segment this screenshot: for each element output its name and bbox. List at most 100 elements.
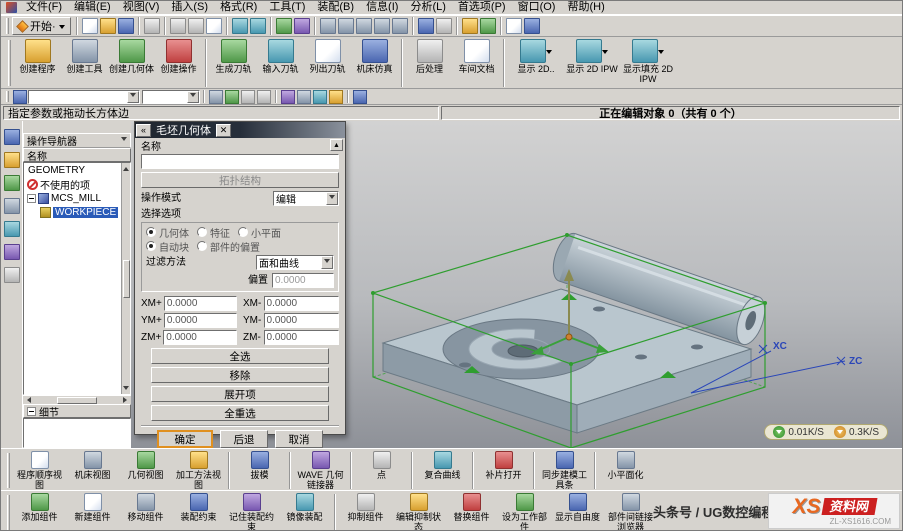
refresh-view-icon[interactable] bbox=[320, 18, 336, 34]
details-section-header[interactable]: 细节 bbox=[23, 404, 131, 418]
menu-edit[interactable]: 编辑(E) bbox=[68, 1, 117, 14]
assembly-navigator-icon[interactable] bbox=[4, 129, 20, 145]
start-menu-button[interactable]: 开始· bbox=[12, 17, 71, 35]
redo-icon[interactable] bbox=[250, 18, 266, 34]
menu-format[interactable]: 格式(R) bbox=[214, 1, 263, 14]
tree-item-workpiece[interactable]: WORKPIECE bbox=[24, 205, 130, 219]
mode-dropdown-icon[interactable] bbox=[326, 192, 338, 205]
scope-combo[interactable] bbox=[142, 90, 200, 104]
snap-point-icon[interactable] bbox=[294, 18, 310, 34]
create-program-button[interactable]: 创建程序 bbox=[14, 38, 61, 85]
mirror-assembly-button[interactable]: 镜像装配 bbox=[278, 493, 331, 531]
add-component-button[interactable]: 添加组件 bbox=[13, 493, 66, 531]
reuse-library-icon[interactable] bbox=[4, 221, 20, 237]
scope-dropdown[interactable] bbox=[187, 91, 199, 103]
filter-dropdown-icon[interactable] bbox=[321, 256, 333, 269]
topology-button[interactable]: 拓扑结构 bbox=[141, 172, 339, 188]
replay-toolpath-button[interactable]: 输入刀轨 bbox=[257, 38, 304, 85]
point-constructor-icon[interactable] bbox=[329, 90, 343, 104]
shaded-display-icon[interactable] bbox=[418, 18, 434, 34]
navigator-menu-icon[interactable] bbox=[121, 137, 127, 144]
toolbar-grip[interactable] bbox=[7, 453, 10, 488]
limit-ym-minus-input[interactable] bbox=[264, 313, 339, 328]
menu-information[interactable]: 信息(I) bbox=[360, 1, 404, 14]
name-input[interactable] bbox=[141, 154, 339, 169]
grid-toggle-icon[interactable] bbox=[297, 90, 311, 104]
type-filter-dropdown[interactable] bbox=[127, 91, 139, 103]
undo-icon[interactable] bbox=[232, 18, 248, 34]
show-object-icon[interactable] bbox=[257, 90, 271, 104]
menu-view[interactable]: 视图(V) bbox=[117, 1, 166, 14]
toolbar-grip[interactable] bbox=[6, 18, 9, 34]
limit-zm-minus-input[interactable] bbox=[264, 330, 339, 345]
radio-facet[interactable]: 小平面 bbox=[238, 225, 281, 240]
radio-feature[interactable]: 特征 bbox=[197, 225, 230, 240]
create-geometry-button[interactable]: 创建几何体 bbox=[108, 38, 155, 85]
close-icon[interactable]: ✕ bbox=[216, 124, 231, 137]
rotate-view-icon[interactable] bbox=[392, 18, 408, 34]
object-info-icon[interactable] bbox=[506, 18, 522, 34]
print-icon[interactable] bbox=[144, 18, 160, 34]
tree-item-geometry[interactable]: GEOMETRY bbox=[24, 163, 130, 177]
synchronous-modeling-button[interactable]: 同步建模工具条 bbox=[538, 451, 591, 490]
cut-icon[interactable] bbox=[170, 18, 186, 34]
menu-file[interactable]: 文件(F) bbox=[20, 1, 68, 14]
paste-icon[interactable] bbox=[206, 18, 222, 34]
toolbar-grip[interactable] bbox=[8, 40, 11, 86]
copy-icon[interactable] bbox=[188, 18, 204, 34]
select-all-icon[interactable] bbox=[209, 90, 223, 104]
scrollbar-thumb[interactable] bbox=[123, 260, 130, 298]
offset-input[interactable] bbox=[272, 273, 334, 288]
machine-tool-navigator-icon[interactable] bbox=[4, 198, 20, 214]
geometry-view-button[interactable]: 几何视图 bbox=[119, 451, 172, 490]
wireframe-display-icon[interactable] bbox=[436, 18, 452, 34]
shop-doc-button[interactable]: 车间文档 bbox=[453, 38, 500, 85]
toolbar-grip[interactable] bbox=[7, 495, 10, 530]
expand-item-button[interactable]: 展开项 bbox=[151, 386, 329, 402]
create-tool-button[interactable]: 创建工具 bbox=[61, 38, 108, 85]
column-header-name[interactable]: 名称 bbox=[23, 148, 131, 162]
wave-geometry-linker-button[interactable]: WAVE 几何链接器 bbox=[294, 451, 347, 490]
postprocess-button[interactable]: 后处理 bbox=[406, 38, 453, 85]
chevron-up-icon[interactable]: ▲ bbox=[330, 139, 343, 151]
limit-xm-plus-input[interactable] bbox=[164, 296, 237, 311]
menu-insert[interactable]: 插入(S) bbox=[165, 1, 214, 14]
radio-geometry[interactable]: 几何体 bbox=[146, 225, 189, 240]
point-button[interactable]: 点 bbox=[355, 451, 408, 490]
patch-opening-button[interactable]: 补片打开 bbox=[477, 451, 530, 490]
wcs-display-icon[interactable] bbox=[480, 18, 496, 34]
reselect-all-button[interactable]: 全重选 bbox=[151, 405, 329, 421]
suppress-component-button[interactable]: 抑制组件 bbox=[339, 493, 392, 531]
new-component-button[interactable]: 新建组件 bbox=[66, 493, 119, 531]
machining-method-view-button[interactable]: 加工方法视图 bbox=[172, 451, 225, 490]
machine-simulation-button[interactable]: 机床仿真 bbox=[351, 38, 398, 85]
edit-suppression-button[interactable]: 编辑抑制状态 bbox=[392, 493, 445, 531]
navigator-vertical-scrollbar[interactable] bbox=[121, 163, 130, 394]
zoom-icon[interactable] bbox=[356, 18, 372, 34]
ok-button[interactable]: 确定 bbox=[157, 430, 213, 448]
show-dof-button[interactable]: 显示自由度 bbox=[551, 493, 604, 531]
cancel-button[interactable]: 取消 bbox=[275, 430, 323, 448]
scroll-up-icon[interactable] bbox=[123, 164, 129, 171]
collapse-left-icon[interactable]: « bbox=[136, 124, 151, 137]
tree-item-unused[interactable]: 不使用的项 bbox=[24, 177, 130, 191]
details-collapse-icon[interactable] bbox=[27, 407, 36, 416]
orient-view-icon[interactable] bbox=[353, 90, 367, 104]
limit-zm-plus-input[interactable] bbox=[163, 330, 237, 345]
measure-icon[interactable] bbox=[313, 90, 327, 104]
roles-icon[interactable] bbox=[4, 267, 20, 283]
history-palette-icon[interactable] bbox=[4, 244, 20, 260]
tree-item-mcs-mill[interactable]: MCS_MILL bbox=[24, 191, 130, 205]
show-filled-2d-ipw-button[interactable]: 显示填充 2D IPW bbox=[620, 38, 676, 85]
scroll-right-icon[interactable] bbox=[123, 397, 130, 403]
dialog-title-bar[interactable]: « 毛坯几何体 ✕ bbox=[135, 122, 345, 138]
open-icon[interactable] bbox=[100, 18, 116, 34]
menu-analysis[interactable]: 分析(L) bbox=[404, 1, 451, 14]
selection-scope-icon[interactable] bbox=[13, 90, 27, 104]
highlight-icon[interactable] bbox=[225, 90, 239, 104]
menu-help[interactable]: 帮助(H) bbox=[561, 1, 610, 14]
scrollbar-thumb[interactable] bbox=[57, 397, 97, 404]
back-button[interactable]: 后退 bbox=[220, 430, 268, 448]
remember-constraints-button[interactable]: 记住装配约束 bbox=[225, 493, 278, 531]
scroll-left-icon[interactable] bbox=[24, 397, 31, 403]
